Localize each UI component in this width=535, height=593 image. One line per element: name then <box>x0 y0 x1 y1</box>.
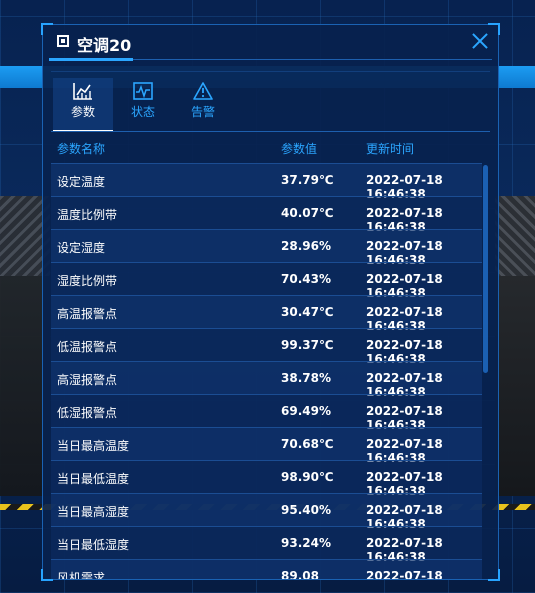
table-row: 设定湿度 28.96% 2022-07-18 16:46:38 <box>51 229 482 267</box>
param-name: 风机需求 <box>57 571 106 579</box>
close-button[interactable] <box>470 31 490 51</box>
table-row: 当日最高温度 70.68℃ 2022-07-18 16:46:38 <box>51 427 482 465</box>
param-value: 69.49% <box>281 404 331 418</box>
param-value: 99.37℃ <box>281 338 334 352</box>
param-value: 93.24% <box>281 536 331 550</box>
pulse-icon <box>133 82 153 100</box>
scrollbar-thumb[interactable] <box>483 165 488 373</box>
corner-decoration <box>488 569 500 581</box>
header-value: 参数值 <box>281 142 318 156</box>
table-row: 设定温度 37.79℃ 2022-07-18 16:46:38 <box>51 163 482 201</box>
equipment-rack-right <box>495 196 535 496</box>
tab-label: 告警 <box>190 105 215 119</box>
title-accent-bar <box>49 58 133 61</box>
tab-params[interactable]: 参数 <box>53 78 113 132</box>
tab-bar: 参数 状态 告警 <box>51 71 490 132</box>
device-detail-dialog: 空调20 参数 状态 告警 参数名称 参数值 更新时间 设定温度 37.79℃ … <box>41 23 500 581</box>
header-time: 更新时间 <box>366 142 415 156</box>
param-value: 30.47℃ <box>281 305 334 319</box>
table-body[interactable]: 设定温度 37.79℃ 2022-07-18 16:46:38 温度比例带 40… <box>51 163 482 579</box>
param-name: 当日最低温度 <box>57 472 130 486</box>
tabs-divider <box>51 131 490 132</box>
dialog-title: 空调20 <box>77 36 132 55</box>
param-value: 98.90℃ <box>281 470 334 484</box>
param-name: 温度比例带 <box>57 208 118 222</box>
table-row: 当日最低温度 98.90℃ 2022-07-18 16:46:38 <box>51 460 482 498</box>
tab-alarms[interactable]: 告警 <box>173 78 233 130</box>
table-row: 低湿报警点 69.49% 2022-07-18 16:46:38 <box>51 394 482 432</box>
warning-icon <box>193 82 213 100</box>
table-row: 当日最低湿度 93.24% 2022-07-18 16:46:38 <box>51 526 482 564</box>
param-value: 38.78% <box>281 371 331 385</box>
param-value: 89.08 <box>281 569 319 579</box>
param-value: 70.43% <box>281 272 331 286</box>
table-row: 湿度比例带 70.43% 2022-07-18 16:46:38 <box>51 262 482 300</box>
table-row: 高湿报警点 38.78% 2022-07-18 16:46:38 <box>51 361 482 399</box>
param-value: 70.68℃ <box>281 437 334 451</box>
header-name: 参数名称 <box>57 142 106 156</box>
param-name: 当日最低湿度 <box>57 538 130 552</box>
param-value: 40.07℃ <box>281 206 334 220</box>
tab-status[interactable]: 状态 <box>113 78 173 130</box>
table-row: 当日最高湿度 95.40% 2022-07-18 16:46:38 <box>51 493 482 531</box>
chart-line-icon <box>73 83 92 100</box>
param-time: 2022-07-18 16:46:38 <box>366 569 443 579</box>
table-row: 风机需求 89.08 2022-07-18 16:46:38 <box>51 559 482 579</box>
param-name: 低温报警点 <box>57 340 118 354</box>
table-row: 温度比例带 40.07℃ 2022-07-18 16:46:38 <box>51 196 482 234</box>
param-value: 95.40% <box>281 503 331 517</box>
dialog-titlebar: 空调20 <box>43 25 498 61</box>
param-value: 28.96% <box>281 239 331 253</box>
table-header: 参数名称 参数值 更新时间 <box>51 133 490 163</box>
param-name: 设定湿度 <box>57 241 106 255</box>
param-name: 高湿报警点 <box>57 373 118 387</box>
tab-label: 参数 <box>70 105 95 119</box>
param-name: 当日最高温度 <box>57 439 130 453</box>
square-icon <box>57 35 69 47</box>
param-name: 高温报警点 <box>57 307 118 321</box>
tab-label: 状态 <box>130 105 155 119</box>
table-row: 低温报警点 99.37℃ 2022-07-18 16:46:38 <box>51 328 482 366</box>
param-value: 37.79℃ <box>281 173 334 187</box>
table-row: 高温报警点 30.47℃ 2022-07-18 16:46:38 <box>51 295 482 333</box>
param-name: 低湿报警点 <box>57 406 118 420</box>
param-name: 湿度比例带 <box>57 274 118 288</box>
param-name: 设定温度 <box>57 175 106 189</box>
param-name: 当日最高湿度 <box>57 505 130 519</box>
